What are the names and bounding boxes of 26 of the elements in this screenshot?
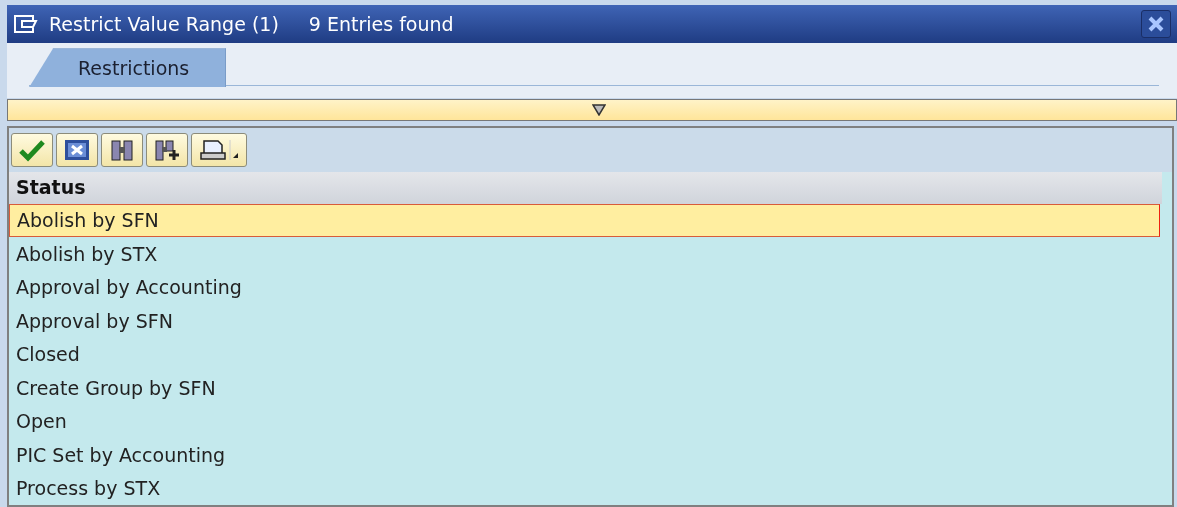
close-button[interactable] bbox=[1141, 10, 1171, 39]
list-row[interactable]: PIC Set by Accounting bbox=[9, 438, 1160, 472]
list-row[interactable]: Closed bbox=[9, 337, 1160, 371]
cancel-button[interactable] bbox=[56, 132, 98, 167]
column-header: Status bbox=[9, 171, 1162, 204]
cancel-icon bbox=[62, 137, 92, 162]
collapse-bar[interactable] bbox=[7, 99, 1177, 121]
entries-count: 9 Entries found bbox=[308, 11, 454, 37]
close-icon bbox=[1147, 16, 1165, 33]
binoculars-button[interactable] bbox=[101, 132, 143, 167]
print-button[interactable] bbox=[191, 132, 247, 167]
binoculars-plus-button[interactable] bbox=[146, 132, 188, 167]
list-row[interactable]: Process by STX bbox=[9, 471, 1160, 505]
list-row[interactable]: Open bbox=[9, 404, 1160, 438]
confirm-button[interactable] bbox=[11, 132, 53, 167]
printer-icon bbox=[197, 137, 241, 162]
list-row[interactable]: Abolish by SFN bbox=[9, 203, 1160, 237]
list-row[interactable]: Approval by SFN bbox=[9, 304, 1160, 338]
triangle-icon bbox=[592, 103, 606, 116]
list-row[interactable]: Approval by Accounting bbox=[9, 270, 1160, 304]
list-row[interactable]: Abolish by STX bbox=[9, 237, 1160, 271]
list-row[interactable]: Create Group by SFN bbox=[9, 371, 1160, 405]
window-icon bbox=[13, 14, 39, 35]
tab[interactable]: Restrictions bbox=[29, 48, 227, 88]
binoculars-plus-icon bbox=[152, 137, 182, 162]
window-title: Restrict Value Range (1) bbox=[49, 11, 279, 37]
